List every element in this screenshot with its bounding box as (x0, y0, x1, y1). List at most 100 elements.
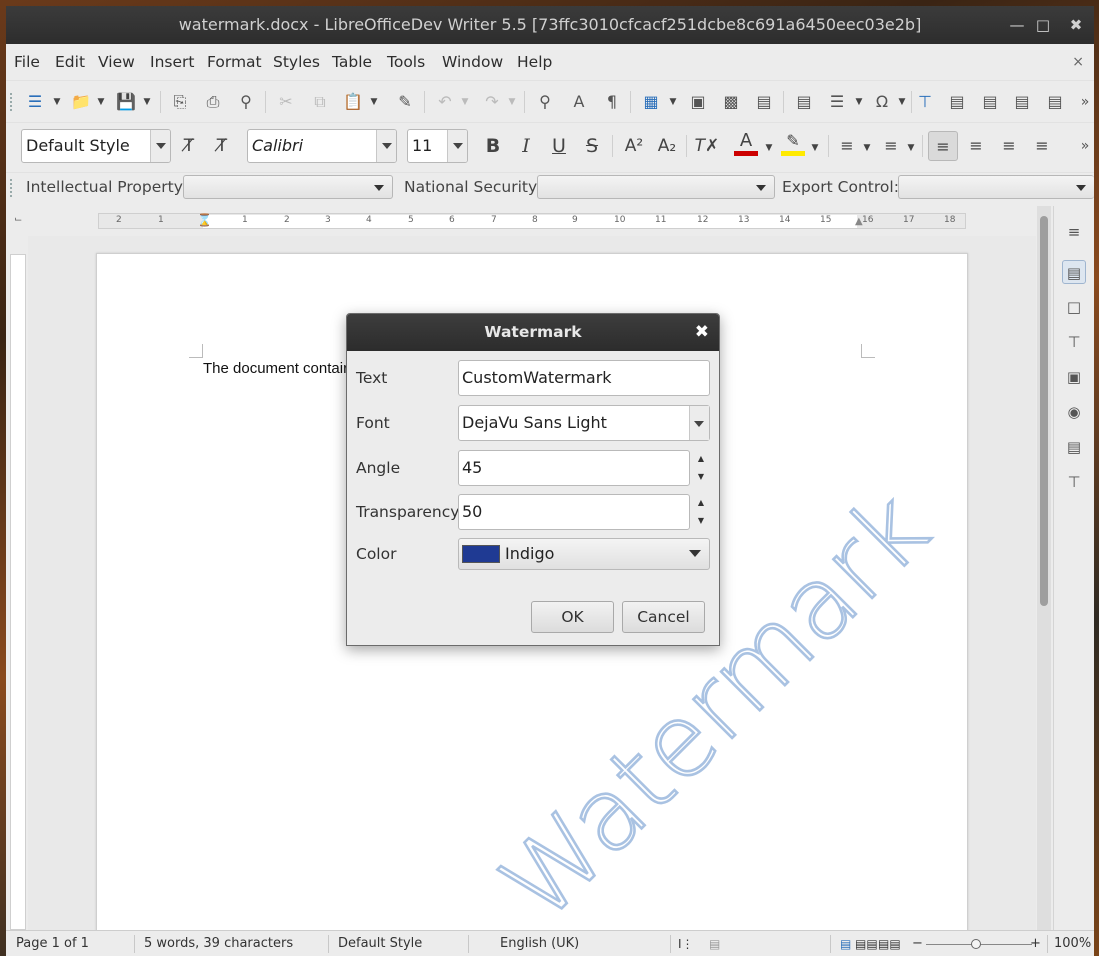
special-character-dropdown-icon[interactable]: ▼ (897, 97, 907, 107)
title-bar[interactable]: watermark.docx - LibreOfficeDev Writer 5… (6, 6, 1094, 44)
minimize-button[interactable]: — (1004, 12, 1030, 38)
justify-button[interactable]: ≡ (1029, 133, 1055, 159)
angle-decrement-icon[interactable]: ▼ (692, 468, 710, 486)
single-page-view-icon[interactable]: ▤ (840, 931, 851, 956)
insert-footnote-icon[interactable]: ▤ (946, 91, 968, 113)
numbering-icon[interactable]: ≡ (878, 133, 904, 159)
align-left-button[interactable]: ≡ (928, 131, 958, 161)
insert-endnote-icon[interactable]: ▤ (979, 91, 1001, 113)
insert-table-icon[interactable]: ▦ (640, 91, 662, 113)
sidebar-styles-icon[interactable]: ⊤ (1062, 330, 1086, 354)
insert-page-break-icon[interactable]: ▤ (793, 91, 815, 113)
align-center-button[interactable]: ≡ (963, 133, 989, 159)
close-document-icon[interactable]: × (1072, 44, 1084, 80)
zoom-slider-thumb[interactable] (971, 939, 981, 949)
insert-textbox-icon[interactable]: ▤ (753, 91, 775, 113)
horizontal-ruler[interactable]: 2 1 1 2 3 4 5 6 7 8 9 10 11 12 13 14 15 … (98, 213, 966, 229)
redo-icon[interactable]: ↷ (481, 91, 503, 113)
clone-formatting-icon[interactable]: ✎ (394, 91, 416, 113)
sidebar-gallery-icon[interactable]: ▣ (1062, 365, 1086, 389)
superscript-icon[interactable]: A² (621, 133, 647, 159)
insert-bookmark-icon[interactable]: ▤ (1011, 91, 1033, 113)
menu-file[interactable]: File (14, 44, 40, 80)
tab-type-icon[interactable]: ⌙ (14, 214, 22, 225)
cut-icon[interactable]: ✂ (275, 91, 297, 113)
book-view-icon[interactable]: ▤▤ (878, 931, 901, 956)
chevron-down-icon[interactable] (150, 130, 170, 162)
copy-icon[interactable]: ⧉ (309, 91, 331, 113)
angle-spinbox[interactable]: 45 (458, 450, 690, 486)
menu-styles[interactable]: Styles (273, 44, 320, 80)
save-icon[interactable]: 💾 (115, 91, 137, 113)
insert-field-icon[interactable]: ☰ (826, 91, 848, 113)
menu-insert[interactable]: Insert (150, 44, 194, 80)
new-document-icon[interactable]: ☰ (24, 91, 46, 113)
new-dropdown-icon[interactable]: ▼ (52, 97, 62, 107)
cancel-button[interactable]: Cancel (622, 601, 705, 633)
undo-dropdown-icon[interactable]: ▼ (460, 97, 470, 107)
sidebar-settings-icon[interactable]: ≡ (1062, 220, 1086, 244)
redo-dropdown-icon[interactable]: ▼ (507, 97, 517, 107)
chevron-down-icon[interactable] (447, 130, 467, 162)
page-count[interactable]: Page 1 of 1 (16, 931, 89, 956)
insert-chart-icon[interactable]: ▩ (720, 91, 742, 113)
intellectual-property-combo[interactable] (183, 175, 393, 199)
right-indent-marker-icon[interactable]: ▲ (855, 216, 863, 227)
print-icon[interactable]: ⎙ (202, 91, 224, 113)
paragraph-style-combo[interactable]: Default Style (21, 129, 171, 163)
multi-page-view-icon[interactable]: ▤▤ (855, 931, 878, 956)
page-style[interactable]: Default Style (338, 931, 422, 956)
subscript-icon[interactable]: A₂ (654, 133, 680, 159)
update-style-icon[interactable]: T̸ (176, 133, 202, 159)
toolbar-grip[interactable] (10, 93, 14, 111)
sidebar-design-icon[interactable]: ⊤ (1062, 470, 1086, 494)
sidebar-navigator-icon[interactable]: ◉ (1062, 400, 1086, 424)
menu-window[interactable]: Window (442, 44, 503, 80)
color-picker-button[interactable]: Indigo (458, 538, 710, 570)
find-replace-icon[interactable]: ⚲ (534, 91, 556, 113)
menu-view[interactable]: View (98, 44, 135, 80)
table-dropdown-icon[interactable]: ▼ (668, 97, 678, 107)
ok-button[interactable]: OK (531, 601, 614, 633)
font-name-combo[interactable]: Calibri (247, 129, 397, 163)
open-icon[interactable]: 📁 (70, 91, 92, 113)
sidebar-manage-changes-icon[interactable]: ▤ (1062, 435, 1086, 459)
align-right-button[interactable]: ≡ (996, 133, 1022, 159)
paste-icon[interactable]: 📋 (342, 91, 364, 113)
menu-edit[interactable]: Edit (55, 44, 85, 80)
formatting-marks-icon[interactable]: ¶ (601, 91, 623, 113)
font-color-icon[interactable]: A (732, 131, 760, 157)
menu-format[interactable]: Format (207, 44, 262, 80)
save-dropdown-icon[interactable]: ▼ (142, 97, 152, 107)
insert-image-icon[interactable]: ▣ (687, 91, 709, 113)
new-style-icon[interactable]: T̸ (209, 133, 235, 159)
clear-formatting-icon[interactable]: T✗ (694, 133, 720, 159)
spelling-icon[interactable]: A (568, 91, 590, 113)
vertical-ruler[interactable] (10, 254, 26, 930)
numbering-dropdown-icon[interactable]: ▼ (906, 143, 916, 153)
dialog-title-bar[interactable]: Watermark (347, 314, 719, 351)
dialog-close-icon[interactable]: ✖ (695, 314, 709, 351)
highlight-dropdown-icon[interactable]: ▼ (810, 143, 820, 153)
export-pdf-icon[interactable]: ⎘ (169, 91, 191, 113)
menu-help[interactable]: Help (517, 44, 552, 80)
insert-comment-icon[interactable]: ▤ (1044, 91, 1066, 113)
indent-marker-icon[interactable]: ⌛ (197, 213, 212, 227)
underline-button[interactable]: U (546, 133, 572, 159)
angle-increment-icon[interactable]: ▲ (692, 450, 710, 468)
font-color-dropdown-icon[interactable]: ▼ (764, 143, 774, 153)
font-size-combo[interactable]: 11 (407, 129, 468, 163)
toolbar-overflow-icon[interactable]: » (1074, 135, 1096, 157)
export-control-combo[interactable] (898, 175, 1094, 199)
open-dropdown-icon[interactable]: ▼ (96, 97, 106, 107)
zoom-level[interactable]: 100% (1054, 931, 1091, 956)
transparency-increment-icon[interactable]: ▲ (692, 494, 710, 512)
sidebar-properties-icon[interactable]: ▤ (1062, 260, 1086, 284)
zoom-out-icon[interactable]: − (912, 931, 923, 956)
word-count[interactable]: 5 words, 39 characters (144, 931, 293, 956)
sidebar-page-icon[interactable]: □ (1062, 295, 1086, 319)
insert-hyperlink-icon[interactable]: ⊤ (914, 91, 936, 113)
maximize-button[interactable]: □ (1030, 12, 1056, 38)
highlight-color-icon[interactable]: ✎ (779, 131, 807, 157)
document-modified-icon[interactable]: ▤ (709, 931, 720, 956)
